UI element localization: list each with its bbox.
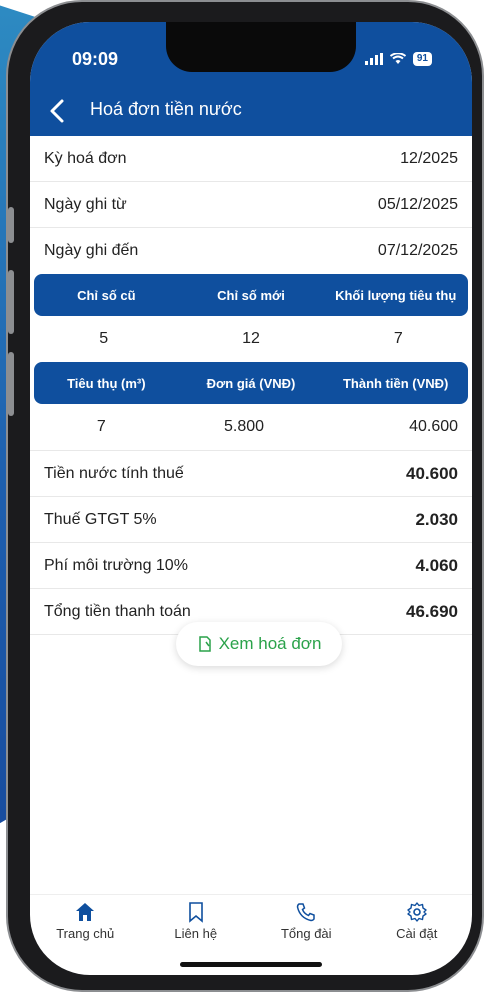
meter-table-row: 5 12 7 (30, 316, 472, 362)
tab-contact[interactable]: Liên hệ (151, 895, 241, 945)
price-table-header: Tiêu thụ (m³) Đơn giá (VNĐ) Thành tiền (… (34, 362, 468, 404)
summary-label: Tiền nước tính thuế (44, 464, 184, 482)
bottom-nav: Trang chủ Liên hệ Tổng đài Cài đặt (30, 894, 472, 945)
tab-label: Tổng đài (280, 926, 332, 941)
summary-label: Tổng tiền thanh toán (44, 602, 191, 620)
tab-label: Liên hệ (174, 926, 218, 941)
table-cell: 7 (96, 418, 106, 435)
tab-label: Cài đặt (396, 926, 438, 941)
home-indicator (180, 962, 322, 967)
summary-value: 4.060 (415, 555, 458, 575)
tab-home[interactable]: Trang chủ (40, 895, 130, 945)
tab-hotline[interactable]: Tổng đài (261, 895, 351, 945)
volume-down-button (8, 352, 14, 416)
summary-label: Thuế GTGT 5% (44, 510, 157, 528)
nav-bar: Hoá đơn tiền nước (30, 86, 472, 136)
info-value: 07/12/2025 (377, 242, 458, 259)
info-value: 05/12/2025 (377, 195, 458, 213)
table-cell: 40.600 (409, 418, 459, 435)
column-header: Chỉ số mới (217, 287, 285, 303)
summary-row-taxable: Tiền nước tính thuế 40.600 (30, 451, 472, 497)
info-label: Ngày ghi đến (44, 242, 139, 259)
mute-switch (8, 207, 14, 243)
column-header: Đơn giá (VNĐ) (206, 375, 296, 391)
summary-value: 40.600 (406, 463, 458, 483)
price-table-row: 7 5.800 40.600 (30, 404, 472, 451)
column-header: Khối lượng tiêu thụ (335, 287, 457, 303)
gear-icon (407, 902, 427, 922)
invoice-content: Kỳ hoá đơn 12/2025 Ngày ghi từ 05/12/202… (30, 136, 472, 635)
meter-table-header: Chỉ số cũ Chỉ số mới Khối lượng tiêu thụ (34, 274, 468, 316)
summary-value: 2.030 (415, 509, 458, 529)
volume-up-button (8, 270, 14, 334)
phone-frame: 09:09 91 Hoá đơn tiền nước Kỳ hoá đơn 12… (6, 0, 484, 992)
info-value: 12/2025 (400, 149, 458, 167)
info-label: Kỳ hoá đơn (44, 149, 127, 167)
table-cell: 12 (242, 330, 260, 347)
info-row-from: Ngày ghi từ 05/12/2025 (30, 182, 472, 228)
view-invoice-button[interactable]: Xem hoá đơn (176, 622, 342, 666)
table-cell: 5.800 (223, 418, 265, 435)
screen: 09:09 91 Hoá đơn tiền nước Kỳ hoá đơn 12… (30, 22, 472, 975)
column-header: Chỉ số cũ (77, 287, 136, 303)
wifi-icon (389, 53, 406, 64)
info-label: Ngày ghi từ (44, 195, 127, 213)
column-header: Thành tiền (VNĐ) (342, 375, 449, 391)
home-icon (76, 903, 95, 921)
status-time: 09:09 (72, 49, 119, 69)
dynamic-island (166, 22, 356, 72)
back-arrow-icon[interactable] (46, 98, 70, 124)
summary-value: 46.690 (406, 601, 458, 621)
phone-icon (296, 903, 315, 922)
table-cell: 5 (99, 330, 109, 347)
bookmark-icon (188, 902, 203, 923)
view-invoice-label: Xem hoá đơn (218, 634, 322, 653)
table-cell: 7 (393, 330, 403, 347)
battery-icon: 91 (412, 52, 432, 66)
summary-label: Phí môi trường 10% (44, 556, 188, 574)
info-row-period: Kỳ hoá đơn 12/2025 (30, 136, 472, 182)
column-header: Tiêu thụ (m³) (67, 375, 146, 391)
info-row-to: Ngày ghi đến 07/12/2025 (30, 228, 472, 274)
document-icon (198, 636, 211, 652)
signal-icon (364, 53, 383, 65)
tab-settings[interactable]: Cài đặt (372, 895, 462, 945)
status-icons: 91 (364, 52, 432, 66)
tab-label: Trang chủ (56, 926, 115, 941)
page-title: Hoá đơn tiền nước (90, 99, 242, 119)
summary-row-vat: Thuế GTGT 5% 2.030 (30, 497, 472, 543)
summary-row-env-fee: Phí môi trường 10% 4.060 (30, 543, 472, 589)
